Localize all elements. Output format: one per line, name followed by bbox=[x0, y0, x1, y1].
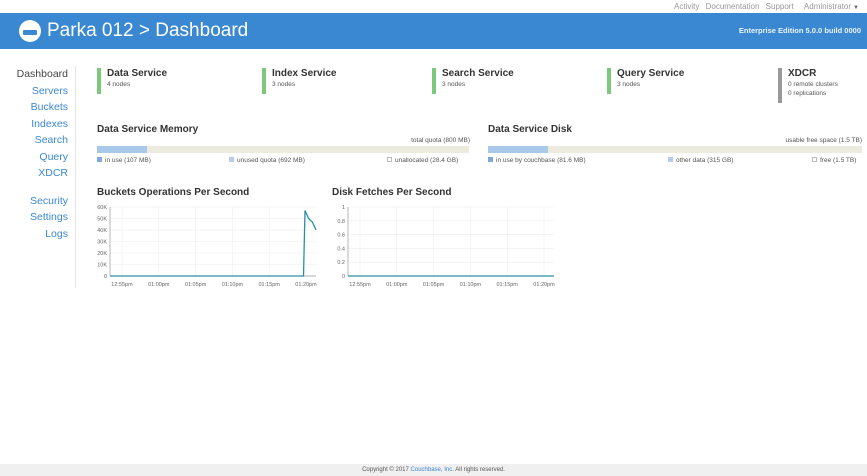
disk-legend-in-use: in use by couchbase (81.6 MB) bbox=[488, 157, 586, 164]
y-tick-label: 50K bbox=[97, 217, 107, 223]
series-line bbox=[110, 210, 317, 277]
x-tick-label: 01:10pm bbox=[222, 282, 244, 288]
user-menu[interactable]: Administrator ▼ bbox=[800, 2, 859, 11]
x-tick-label: 01:10pm bbox=[460, 282, 482, 288]
legend-label: in use (107 MB) bbox=[105, 157, 151, 164]
legend-swatch bbox=[812, 157, 817, 162]
legend-swatch bbox=[229, 157, 234, 162]
documentation-link[interactable]: Documentation bbox=[706, 2, 760, 11]
utility-bar: Activity Documentation Support Administr… bbox=[0, 0, 867, 13]
disk-fetches-chart[interactable]: 0 0.2 0.4 0.6 0.8 1 12:55pm 01:00pm 01:05pm 01:10… bbox=[326, 203, 556, 291]
service-search[interactable]: Search Service 3 nodes bbox=[432, 68, 514, 94]
x-tick-label: 01:15pm bbox=[496, 282, 518, 288]
x-tick-label: 01:00pm bbox=[148, 282, 170, 288]
disk-quota-label: usable free space (1.5 TB) bbox=[785, 137, 862, 144]
y-tick-label: 0 bbox=[342, 274, 345, 280]
y-tick-label: 60K bbox=[97, 205, 107, 211]
app-header: Parka 012 > Dashboard Enterprise Edition… bbox=[0, 13, 867, 49]
couchbase-logo-icon[interactable] bbox=[19, 20, 41, 42]
disk-fetches-chart-title: Disk Fetches Per Second bbox=[332, 187, 452, 198]
y-tick-label: 0 bbox=[104, 274, 107, 280]
service-name: Query Service bbox=[617, 68, 685, 79]
nav-item-logs[interactable]: Logs bbox=[0, 226, 75, 243]
footer: Copyright © 2017 Couchbase, Inc. All rig… bbox=[0, 464, 867, 476]
legend-swatch bbox=[488, 157, 493, 162]
x-tick-label: 01:05pm bbox=[185, 282, 207, 288]
y-tick-label: 0.8 bbox=[337, 219, 345, 225]
caret-down-icon: ▼ bbox=[853, 5, 859, 11]
nav-item-search[interactable]: Search bbox=[0, 132, 75, 149]
support-link[interactable]: Support bbox=[766, 2, 794, 11]
y-tick-label: 0.4 bbox=[337, 246, 345, 252]
service-nodes: 3 nodes bbox=[442, 81, 466, 88]
service-query[interactable]: Query Service 3 nodes bbox=[607, 68, 684, 94]
disk-legend-other: other data (315 GB) bbox=[668, 157, 733, 164]
x-tick-label: 01:20pm bbox=[533, 282, 555, 288]
user-menu-label: Administrator bbox=[803, 2, 852, 11]
x-tick-label: 01:15pm bbox=[258, 282, 280, 288]
memory-legend-unallocated: unallocated (28.4 GB) bbox=[387, 157, 458, 164]
activity-link[interactable]: Activity bbox=[674, 2, 699, 11]
legend-label: other data (315 GB) bbox=[676, 157, 734, 164]
nav-item-query[interactable]: Query bbox=[0, 149, 75, 166]
page-title: Parka 012 > Dashboard bbox=[47, 20, 249, 41]
copyright-text: Copyright © 2017 bbox=[362, 467, 409, 473]
legend-label: unallocated (28.4 GB) bbox=[395, 157, 459, 164]
service-nodes: 3 nodes bbox=[617, 81, 641, 88]
service-data[interactable]: Data Service 4 nodes bbox=[97, 68, 167, 94]
y-tick-label: 30K bbox=[97, 240, 107, 246]
x-tick-label: 12:55pm bbox=[349, 282, 371, 288]
memory-quota-label: total quota (800 MB) bbox=[411, 137, 470, 144]
service-index[interactable]: Index Service 3 nodes bbox=[262, 68, 336, 94]
memory-legend-unused: unused quota (692 MB) bbox=[229, 157, 305, 164]
nav-item-buckets[interactable]: Buckets bbox=[0, 99, 75, 116]
y-tick-label: 10K bbox=[97, 263, 107, 269]
x-tick-label: 12:55pm bbox=[111, 282, 133, 288]
memory-usage-bar bbox=[97, 146, 469, 153]
nav-item-security[interactable]: Security bbox=[0, 193, 75, 210]
service-name: Index Service bbox=[272, 68, 337, 79]
edition-label: Enterprise Edition 5.0.0 build 0000 bbox=[738, 26, 861, 35]
couchbase-link[interactable]: Couchbase, Inc. bbox=[411, 467, 454, 473]
disk-legend-free: free (1.5 TB) bbox=[812, 157, 856, 164]
service-name: Search Service bbox=[442, 68, 514, 79]
x-tick-label: 01:00pm bbox=[386, 282, 408, 288]
x-tick-label: 01:05pm bbox=[423, 282, 445, 288]
legend-swatch bbox=[668, 157, 673, 162]
y-tick-label: 40K bbox=[97, 228, 107, 234]
nav-item-settings[interactable]: Settings bbox=[0, 209, 75, 226]
sidebar-nav: Dashboard Servers Buckets Indexes Search… bbox=[0, 66, 76, 288]
y-tick-label: 1 bbox=[342, 205, 345, 211]
disk-title: Data Service Disk bbox=[488, 124, 572, 135]
memory-title: Data Service Memory bbox=[97, 124, 199, 135]
legend-swatch bbox=[97, 157, 102, 162]
disk-usage-bar bbox=[488, 146, 862, 153]
ops-chart-title: Buckets Operations Per Second bbox=[97, 187, 250, 198]
nav-item-dashboard[interactable]: Dashboard bbox=[0, 66, 75, 83]
xdcr-remote-clusters: 0 remote clusters bbox=[788, 81, 838, 88]
y-tick-label: 0.6 bbox=[337, 233, 345, 239]
service-nodes: 4 nodes bbox=[107, 81, 131, 88]
memory-legend-in-use: in use (107 MB) bbox=[97, 157, 151, 164]
legend-label: free (1.5 TB) bbox=[820, 157, 857, 164]
service-name: Data Service bbox=[107, 68, 168, 79]
nav-item-xdcr[interactable]: XDCR bbox=[0, 165, 75, 182]
y-tick-label: 0.2 bbox=[337, 260, 345, 266]
nav-item-indexes[interactable]: Indexes bbox=[0, 116, 75, 133]
disk-usage-fill bbox=[488, 146, 548, 153]
legend-label: in use by couchbase (81.6 MB) bbox=[496, 157, 586, 164]
memory-usage-fill bbox=[97, 146, 147, 153]
y-tick-label: 20K bbox=[97, 251, 107, 257]
service-xdcr[interactable]: XDCR 0 remote clusters 0 replications bbox=[778, 68, 838, 103]
rights-text: All rights reserved. bbox=[455, 467, 505, 473]
ops-per-second-chart[interactable]: 0 10K 20K 30K 40K 50K 60K 12:55pm 01:00pm 01:05pm… bbox=[88, 203, 318, 291]
legend-label: unused quota (692 MB) bbox=[237, 157, 305, 164]
x-tick-label: 01:20pm bbox=[295, 282, 317, 288]
nav-item-servers[interactable]: Servers bbox=[0, 83, 75, 100]
service-nodes: 3 nodes bbox=[272, 81, 296, 88]
service-name: XDCR bbox=[788, 68, 817, 79]
legend-swatch bbox=[387, 157, 392, 162]
xdcr-replications: 0 replications bbox=[788, 90, 827, 97]
